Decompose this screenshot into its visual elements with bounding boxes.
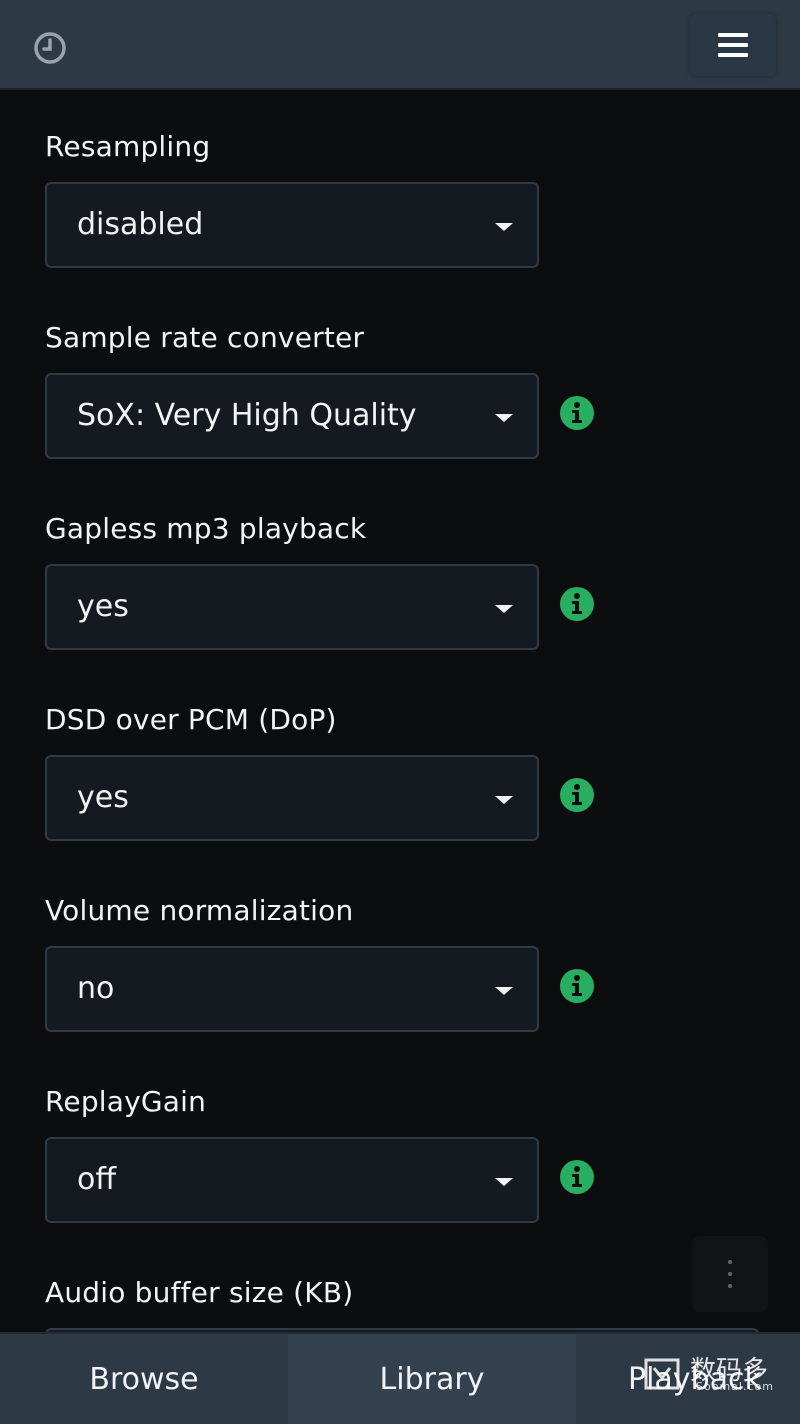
audio-buffer-size-label: Audio buffer size (KB) bbox=[45, 1276, 354, 1309]
replaygain-select[interactable]: off bbox=[45, 1137, 539, 1223]
more-options-button[interactable] bbox=[692, 1236, 768, 1312]
settings-panel: Resampling disabled Sample rate converte… bbox=[0, 90, 800, 1332]
chevron-down-icon bbox=[495, 605, 513, 613]
gapless-mp3-value: yes bbox=[77, 589, 129, 624]
volume-normalization-select[interactable]: no bbox=[45, 946, 539, 1032]
volume-normalization-value: no bbox=[77, 971, 115, 1006]
gapless-mp3-select[interactable]: yes bbox=[45, 564, 539, 650]
watermark: 数码多 Soomal.com bbox=[640, 1350, 790, 1398]
replaygain-value: off bbox=[77, 1162, 117, 1197]
sample-rate-converter-label: Sample rate converter bbox=[45, 321, 365, 354]
watermark-subtext: Soomal.com bbox=[696, 1380, 774, 1393]
menu-button[interactable] bbox=[690, 14, 776, 76]
tab-library[interactable]: Library bbox=[288, 1334, 576, 1424]
replaygain-label: ReplayGain bbox=[45, 1085, 207, 1118]
resampling-select[interactable]: disabled bbox=[45, 182, 539, 268]
sample-rate-converter-select[interactable]: SoX: Very High Quality bbox=[45, 373, 539, 459]
gapless-mp3-label: Gapless mp3 playback bbox=[45, 512, 367, 545]
chevron-down-icon bbox=[495, 987, 513, 995]
info-icon[interactable] bbox=[559, 586, 595, 622]
chevron-down-icon bbox=[495, 796, 513, 804]
volume-normalization-label: Volume normalization bbox=[45, 894, 354, 927]
tab-library-label: Library bbox=[379, 1361, 485, 1397]
resampling-label: Resampling bbox=[45, 130, 211, 163]
chevron-down-icon bbox=[495, 414, 513, 422]
sample-rate-converter-value: SoX: Very High Quality bbox=[77, 398, 417, 433]
watermark-logo-icon bbox=[644, 1358, 680, 1390]
info-icon[interactable] bbox=[559, 1159, 595, 1195]
dop-value: yes bbox=[77, 780, 129, 815]
tab-browse-label: Browse bbox=[89, 1361, 199, 1397]
dop-select[interactable]: yes bbox=[45, 755, 539, 841]
history-button[interactable] bbox=[30, 28, 70, 68]
clock-icon bbox=[34, 32, 66, 64]
tab-browse[interactable]: Browse bbox=[0, 1334, 288, 1424]
chevron-down-icon bbox=[495, 223, 513, 231]
chevron-down-icon bbox=[495, 1178, 513, 1186]
top-bar bbox=[0, 0, 800, 90]
info-icon[interactable] bbox=[559, 777, 595, 813]
dop-label: DSD over PCM (DoP) bbox=[45, 703, 337, 736]
resampling-value: disabled bbox=[77, 207, 204, 242]
info-icon[interactable] bbox=[559, 968, 595, 1004]
info-icon[interactable] bbox=[559, 395, 595, 431]
